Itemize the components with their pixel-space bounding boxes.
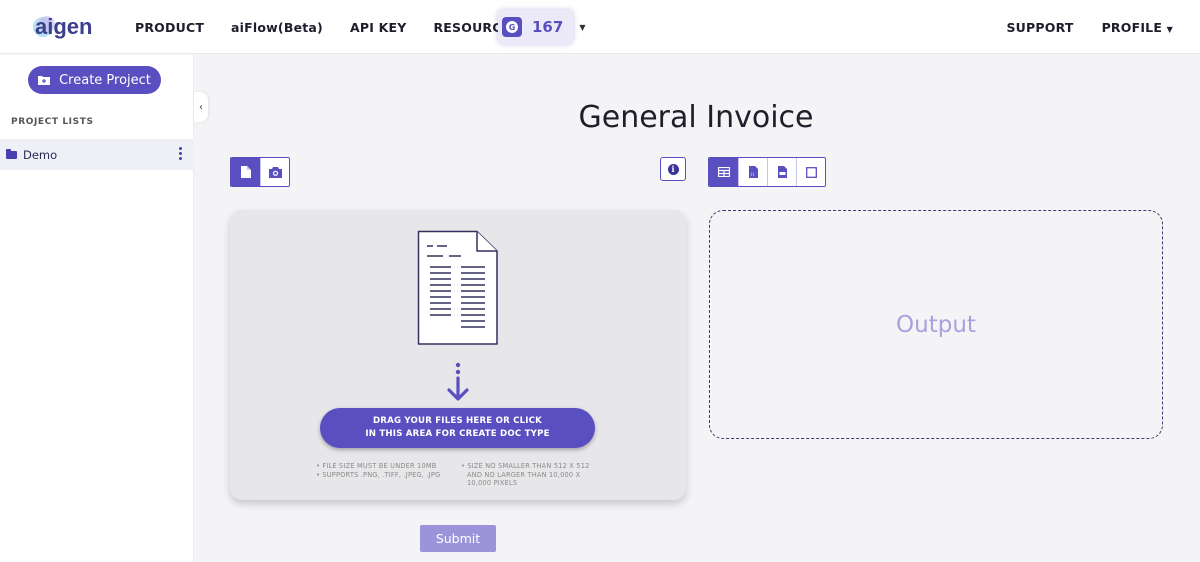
- table-icon: [717, 167, 730, 177]
- nav-support[interactable]: SUPPORT: [1006, 20, 1073, 35]
- page-title: General Invoice: [578, 100, 814, 135]
- credit-balance[interactable]: G 167: [498, 10, 574, 44]
- more-options-icon[interactable]: [179, 147, 183, 160]
- folder-open-icon: [6, 148, 17, 159]
- info-icon: i: [667, 163, 679, 175]
- folder-plus-icon: [38, 76, 51, 85]
- nav-product[interactable]: PRODUCT: [135, 20, 204, 35]
- drag-line-1: DRAG YOUR FILES HERE OR CLICK: [372, 416, 543, 426]
- upload-requirements-right: • SIZE NO SMALLER THAN 512 X 512 AND NO …: [461, 462, 590, 488]
- aigen-logo[interactable]: aigen: [32, 10, 102, 44]
- json-view-button[interactable]: {}: [738, 158, 767, 186]
- nav-profile[interactable]: PROFILE ▼: [1102, 20, 1173, 35]
- project-name: Demo: [23, 147, 58, 162]
- create-project-label: Create Project: [59, 72, 151, 88]
- coin-icon: G: [502, 17, 522, 37]
- drag-line-2: IN THIS AREA FOR CREATE DOC TYPE: [365, 429, 550, 439]
- nav-profile-label: PROFILE: [1101, 19, 1163, 35]
- csv-file-icon: [777, 166, 787, 178]
- project-item-demo[interactable]: Demo: [0, 139, 194, 170]
- upload-dropzone[interactable]: DRAG YOUR FILES HERE OR CLICK IN THIS AR…: [230, 210, 686, 500]
- right-nav: SUPPORT PROFILE ▼: [978, 0, 1173, 54]
- svg-text:{}: {}: [750, 172, 754, 176]
- caret-down-icon[interactable]: ▼: [579, 23, 585, 32]
- table-view-button[interactable]: [709, 158, 738, 186]
- output-panel: Output: [709, 210, 1163, 439]
- csv-view-button[interactable]: [767, 158, 796, 186]
- camera-capture-button[interactable]: [260, 158, 289, 186]
- caret-down-icon: ▼: [1166, 24, 1173, 34]
- input-mode-toggle: [230, 157, 290, 187]
- drag-drop-upload-button[interactable]: DRAG YOUR FILES HERE OR CLICK IN THIS AR…: [320, 408, 595, 448]
- credits-dropdown[interactable]: G 167 ▼: [498, 10, 585, 44]
- arrow-down-icon: [447, 362, 469, 401]
- top-navbar: aigen PRODUCT aiFlow(Beta) API KEY RESOU…: [0, 0, 1200, 54]
- json-file-icon: {}: [748, 166, 758, 178]
- note-min-size: • SIZE NO SMALLER THAN 512 X 512: [461, 462, 590, 470]
- note-file-types: • SUPPORTS .PNG, .TIFF, .JPEG, .JPG: [316, 470, 441, 479]
- nav-aiflow[interactable]: aiFlow(Beta): [231, 20, 323, 35]
- upload-file-button[interactable]: [231, 158, 260, 186]
- document-illustration-icon: [417, 230, 498, 345]
- raw-view-button[interactable]: [796, 158, 825, 186]
- camera-icon: [268, 166, 282, 178]
- nav-api-key[interactable]: API KEY: [350, 20, 407, 35]
- output-placeholder: Output: [896, 311, 976, 338]
- note-max-pixels: 10,000 PIXELS: [467, 479, 518, 487]
- credit-count: 167: [532, 18, 564, 36]
- main-nav: PRODUCT aiFlow(Beta) API KEY RESOURCES: [135, 0, 547, 54]
- note-max-size: AND NO LARGER THAN 10,000 X: [467, 470, 581, 479]
- sidebar: Create Project PROJECT LISTS Demo: [0, 55, 194, 562]
- logo-text: aigen: [35, 14, 92, 39]
- square-icon: [805, 166, 817, 178]
- upload-requirements-left: • FILE SIZE MUST BE UNDER 10MB • SUPPORT…: [316, 462, 440, 479]
- output-mode-toggle: {}: [708, 157, 826, 187]
- submit-button[interactable]: Submit: [420, 525, 496, 552]
- info-button[interactable]: i: [660, 157, 686, 181]
- chevron-left-icon: ‹: [199, 101, 203, 113]
- collapse-sidebar-button[interactable]: ‹: [194, 92, 208, 122]
- create-project-button[interactable]: Create Project: [28, 66, 161, 94]
- file-icon: [240, 166, 251, 178]
- project-lists-heading: PROJECT LISTS: [11, 117, 94, 127]
- note-file-size: • FILE SIZE MUST BE UNDER 10MB: [316, 462, 437, 470]
